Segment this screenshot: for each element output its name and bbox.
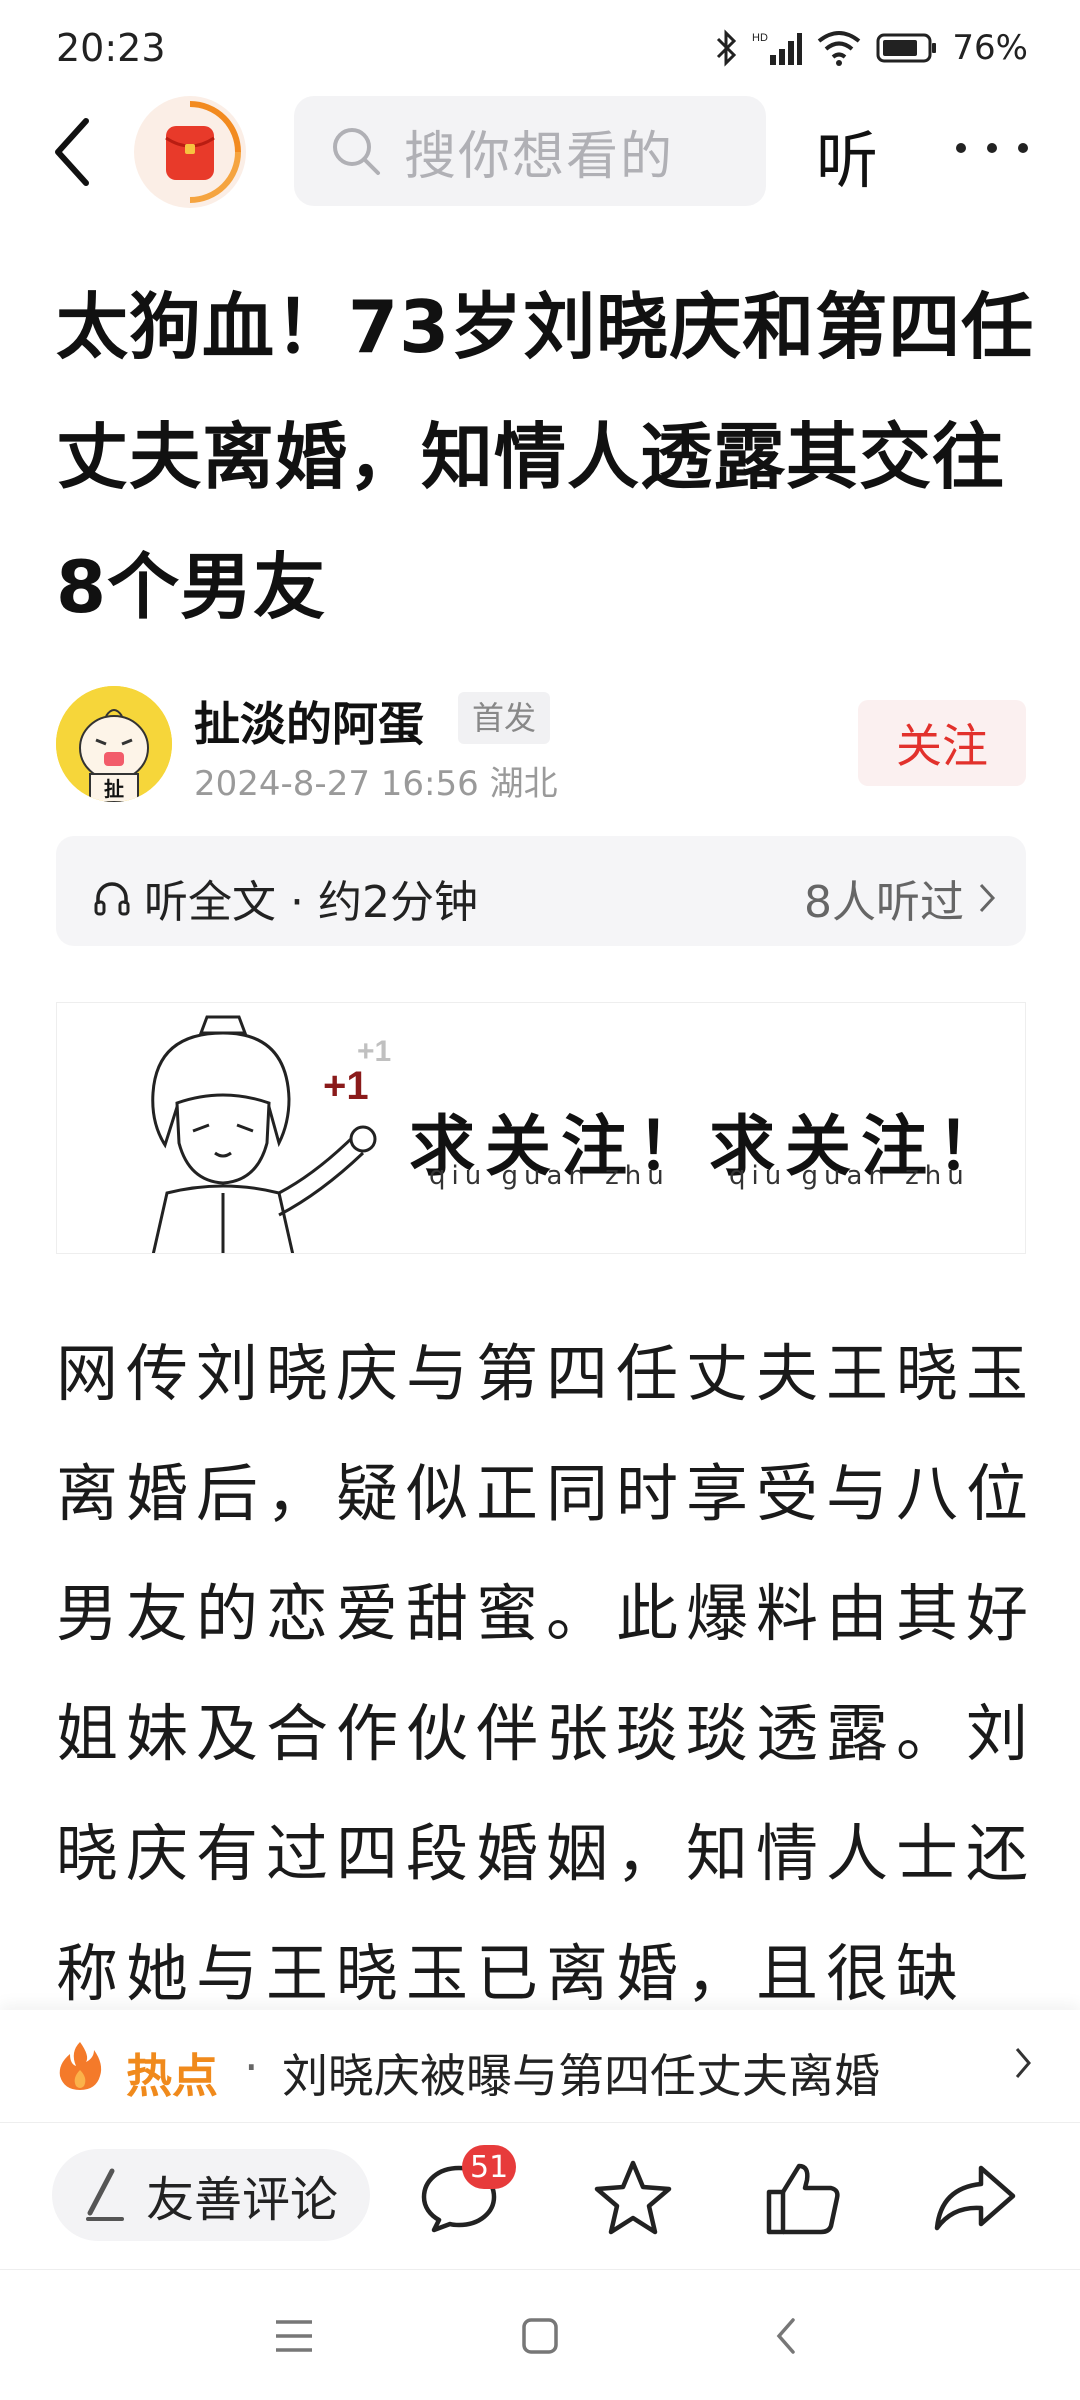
home-square-icon <box>522 2318 558 2354</box>
status-time: 20:23 <box>56 26 166 70</box>
top-nav: 搜你想看的 听 <box>0 92 1080 210</box>
flame-icon <box>59 2042 102 2090</box>
hot-separator: · <box>244 2040 259 2094</box>
favorite-button[interactable] <box>588 2153 678 2243</box>
article-title: 太狗血！73岁刘晓庆和第四任丈夫离婚，知情人透露其交往8个男友 <box>56 285 1035 629</box>
like-button[interactable] <box>758 2153 848 2243</box>
cartoon-character-illustration: +1 +1 <box>151 1015 391 1253</box>
chevron-left-icon <box>776 2318 795 2354</box>
avatar-char: 扯 <box>104 777 124 801</box>
avatar-cartoon: 扯 <box>56 686 172 802</box>
search-box[interactable]: 搜你想看的 <box>294 96 766 206</box>
comment-count-badge: 51 <box>462 2145 517 2189</box>
listen-label: 听全文 · 约2分钟 <box>144 877 478 928</box>
hot-topic-bar[interactable]: 热点 · 刘晓庆被曝与第四任丈夫离婚 <box>0 2010 1080 2122</box>
first-publish-badge: 首发 <box>458 692 551 744</box>
comment-placeholder: 友善评论 <box>146 2172 339 2228</box>
star-icon <box>594 2160 672 2235</box>
banner-pinyin-left: qiu guan zhu <box>429 1161 670 1191</box>
more-button[interactable] <box>956 128 1028 168</box>
svg-text:HD: HD <box>752 32 768 44</box>
listen-full-text-bar[interactable]: 听全文 · 约2分钟 8人听过 <box>56 836 1026 946</box>
search-icon <box>333 128 380 175</box>
signal-icon: HD <box>752 32 803 65</box>
svg-text:+1: +1 <box>323 1064 369 1108</box>
listen-button[interactable]: 听 <box>816 110 878 200</box>
author-avatar[interactable]: 扯 <box>56 686 172 802</box>
comments-button[interactable]: 51 <box>414 2145 517 2243</box>
author-meta: 2024-8-27 16:56 湖北 <box>194 756 558 805</box>
share-button[interactable] <box>930 2153 1020 2243</box>
back-arrow-icon <box>55 118 89 186</box>
publish-time: 16:56 <box>380 764 479 804</box>
comment-input[interactable]: 友善评论 <box>52 2149 370 2241</box>
banner-pinyin-right: qiu guan zhu <box>729 1161 970 1191</box>
app-logo[interactable] <box>134 96 246 208</box>
system-back-button[interactable] <box>756 2306 816 2366</box>
hot-label: 热点 <box>126 2049 218 2103</box>
hot-topic-text: 刘晓庆被曝与第四任丈夫离婚 <box>282 2049 880 2103</box>
recent-apps-button[interactable] <box>264 2306 324 2366</box>
listen-left: 听全文 · 约2分钟 <box>92 866 478 930</box>
battery-percentage: 76% <box>952 28 1028 68</box>
more-dot <box>987 143 997 153</box>
bottom-action-bar: 友善评论 51 <box>0 2122 1080 2270</box>
share-arrow-icon <box>934 2165 1016 2231</box>
svg-text:+1: +1 <box>357 1035 391 1068</box>
home-button[interactable] <box>510 2306 570 2366</box>
author-name[interactable]: 扯淡的阿蛋 <box>194 688 424 754</box>
chevron-right-icon <box>1015 2048 1031 2078</box>
more-dot <box>1018 143 1028 153</box>
follow-button[interactable]: 关注 <box>858 700 1026 786</box>
more-dot <box>956 143 966 153</box>
bluetooth-icon <box>717 29 737 67</box>
status-bar: 20:23 HD 76% <box>0 0 1080 96</box>
system-navigation-bar <box>0 2270 1080 2400</box>
article-body: 网传刘晓庆与第四任丈夫王晓玉离婚后，疑似正同时享受与八位男友的恋爱甜蜜。此爆料由… <box>56 1337 1037 2004</box>
author-row: 扯 扯淡的阿蛋 首发 2024-8-27 16:56 湖北 关注 <box>56 684 1026 804</box>
headphones-icon <box>94 882 130 916</box>
chevron-right-icon <box>979 883 996 913</box>
search-placeholder: 搜你想看的 <box>404 126 675 187</box>
back-button[interactable] <box>40 112 104 192</box>
battery-icon <box>876 33 937 63</box>
listener-count: 8人听过 <box>804 877 964 928</box>
listen-right: 8人听过 <box>804 866 996 930</box>
wifi-icon <box>818 31 861 66</box>
menu-icon <box>276 2320 312 2352</box>
status-icons: HD 76% <box>714 26 1028 70</box>
red-envelope-icon <box>165 101 241 203</box>
publish-date: 2024-8-27 <box>194 764 370 804</box>
thumbs-up-icon <box>766 2163 840 2235</box>
follow-request-banner: +1 +1 求关注！ 求关注！ qiu guan zhu qiu guan zh… <box>56 1002 1026 1254</box>
pen-icon <box>86 2168 124 2221</box>
publish-location: 湖北 <box>489 764 558 804</box>
